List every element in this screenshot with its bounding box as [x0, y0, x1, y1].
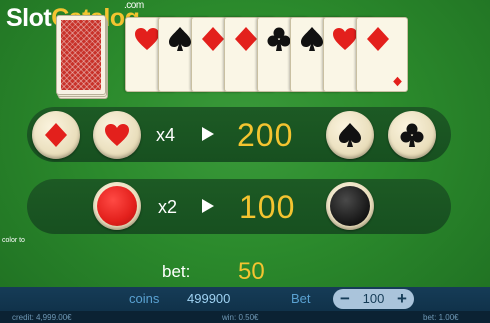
suit-multiplier: x4	[156, 125, 176, 145]
dealt-cards-row	[125, 17, 415, 92]
logo-slot-text: Slot	[6, 4, 52, 32]
heart-bet-button[interactable]	[93, 111, 141, 159]
coins-value: 499900	[187, 291, 231, 306]
side-label: color to	[2, 237, 25, 244]
red-bet-button[interactable]	[93, 182, 141, 230]
club-icon	[400, 123, 424, 147]
black-ball-icon	[330, 186, 370, 226]
arrow-right-icon	[202, 199, 214, 213]
diamond-icon	[202, 27, 224, 51]
club-icon	[267, 27, 291, 51]
dealt-card-diamond	[356, 17, 408, 92]
color-multiplier: x2	[158, 197, 178, 217]
heart-icon	[135, 28, 159, 50]
diamond-bet-button[interactable]	[32, 111, 80, 159]
bet-stepper-value: 100	[362, 291, 385, 306]
status-footer: credit: 4,999.00€ win: 0.50€ bet: 1.00€	[0, 311, 490, 323]
suit-bet-bar: x4 200	[27, 107, 451, 162]
color-bet-bar: x2 100	[27, 179, 451, 234]
coins-label: coins	[129, 291, 160, 306]
red-ball-icon	[97, 186, 137, 226]
club-bet-button[interactable]	[388, 111, 436, 159]
bet-value: 50	[238, 258, 265, 285]
bet-readout: bet: 1.00€	[423, 313, 459, 322]
black-bet-button[interactable]	[326, 182, 374, 230]
spade-icon	[169, 27, 191, 51]
diamond-icon	[367, 27, 389, 51]
credit-readout: credit: 4,999.00€	[12, 313, 72, 322]
arrow-right-icon	[202, 127, 214, 141]
spade-icon	[339, 123, 361, 147]
win-readout: win: 0.50€	[222, 313, 259, 322]
card-deck	[56, 15, 108, 99]
decrease-bet-button[interactable]: −	[335, 289, 355, 309]
diamond-icon	[235, 27, 257, 51]
bet-panel-label: Bet	[291, 291, 311, 306]
spade-icon	[301, 27, 323, 51]
control-panel: coins 499900 Bet − 100 +	[0, 287, 490, 311]
suit-payout: 200	[237, 117, 294, 153]
spade-bet-button[interactable]	[326, 111, 374, 159]
bet-label: bet:	[162, 262, 191, 281]
deck-top-card-back	[56, 15, 106, 95]
diamond-icon	[45, 123, 67, 147]
diamond-icon	[393, 76, 402, 87]
heart-icon	[105, 124, 129, 146]
color-payout: 100	[239, 189, 296, 225]
bet-stepper: − 100 +	[333, 289, 414, 309]
logo-com-text: .com	[124, 0, 144, 11]
heart-icon	[333, 28, 357, 50]
increase-bet-button[interactable]: +	[392, 289, 412, 309]
